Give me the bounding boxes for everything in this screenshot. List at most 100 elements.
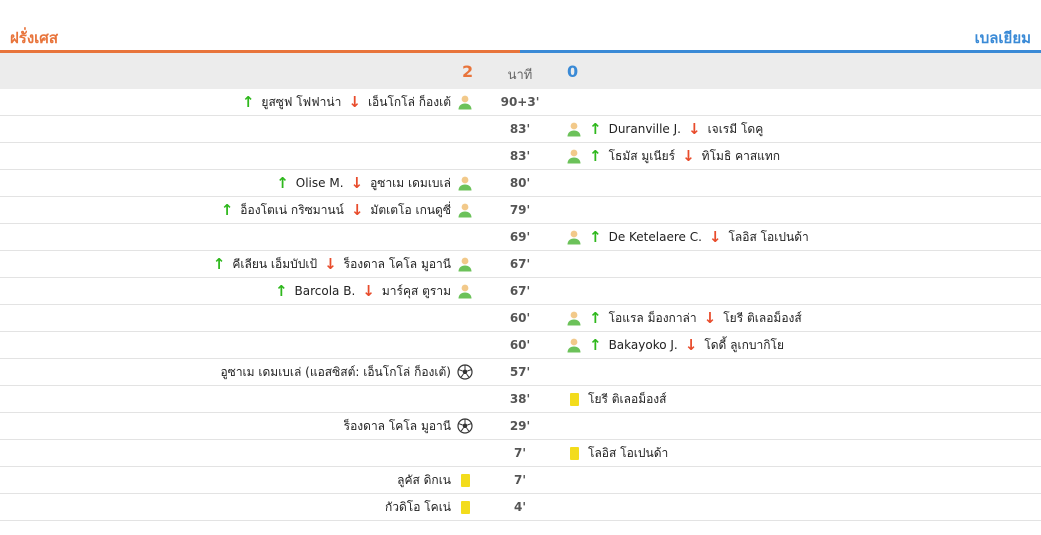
event-row: 67' ↑ คีเลียน เอ็มบัปเป้ ↓ ร็องดาล โคโล มูอา… xyxy=(0,251,1041,278)
event-row: 90+3' ↑ ยูสซูฟ โฟฟาน่า ↓ เอ็นโกโล่ ก็องเต้ xyxy=(0,89,1041,116)
home-score: 2 xyxy=(462,62,474,81)
card-player: โลอิส โอเปนด้า xyxy=(588,445,669,460)
substitution-person-icon xyxy=(457,283,473,299)
player-in: โอแรล ม็องกาล่า xyxy=(608,310,697,325)
player-out: เอ็นโกโล่ ก็องเต้ xyxy=(367,94,451,109)
player-in: อ็องโตเน่ กริซมานน์ xyxy=(240,202,344,217)
event-minute: 7' xyxy=(513,473,527,487)
away-event: ↑ Duranville J. ↓ เจเรมี โดคู xyxy=(563,116,766,142)
home-event: ↑ คีเลียน เอ็มบัปเป้ ↓ ร็องดาล โคโล มูอานี xyxy=(209,251,476,277)
event-row: 38' โยรี ติเลอม็องส์ xyxy=(0,386,1041,413)
substitution-person-icon xyxy=(566,310,582,326)
yellow-card-icon xyxy=(457,499,473,515)
sub-in-arrow-icon: ↑ xyxy=(276,174,289,192)
substitution-person-icon xyxy=(457,256,473,272)
home-team-name: ฝรั่งเศส xyxy=(10,29,58,47)
player-in: คีเลียน เอ็มบัปเป้ xyxy=(232,256,318,271)
teams-header: ฝรั่งเศส เบลเยียม xyxy=(0,0,1041,50)
sub-in-arrow-icon: ↑ xyxy=(212,255,226,273)
home-event: ↑ ยูสซูฟ โฟฟาน่า ↓ เอ็นโกโล่ ก็องเต้ xyxy=(238,89,476,115)
card-player: กัวดิโอ โคเน่ xyxy=(384,499,451,514)
event-row: 57' อูซาเม เดมเบเล่ (แอสซิสต์: เอ็นโกโล่ … xyxy=(0,359,1041,386)
sub-out-arrow-icon: ↓ xyxy=(350,201,364,219)
yellow-card-icon xyxy=(566,445,582,461)
event-row: 29' ร็องดาล โคโล มูอานี xyxy=(0,413,1041,440)
player-out: มัตเตโอ เกนดูซี่ xyxy=(370,202,451,217)
event-minute: 7' xyxy=(513,446,527,460)
sub-out-arrow-icon: ↓ xyxy=(350,174,364,192)
event-row: 83' ↑ โธมัส มูเนียร์ ↓ ทิโมธิ คาสแทก xyxy=(0,143,1041,170)
player-in: Olise M. xyxy=(295,176,344,190)
event-row: 83' ↑ Duranville J. ↓ เจเรมี โดคู xyxy=(0,116,1041,143)
event-minute: 38' xyxy=(509,392,531,406)
minute-header: นาที xyxy=(507,68,533,83)
away-event: ↑ โธมัส มูเนียร์ ↓ ทิโมธิ คาสแทก xyxy=(563,143,783,169)
event-row: 7' ลูคัส ดิกเน xyxy=(0,467,1041,494)
event-minute: 79' xyxy=(509,203,531,217)
yellow-card-icon xyxy=(566,391,582,407)
player-in: ยูสซูฟ โฟฟาน่า xyxy=(261,94,342,109)
player-in: Bakayoko J. xyxy=(608,338,678,352)
sub-in-arrow-icon: ↑ xyxy=(589,147,602,165)
sub-in-arrow-icon: ↑ xyxy=(589,120,602,138)
event-row: 4' กัวดิโอ โคเน่ xyxy=(0,494,1041,521)
player-out: เจเรมี โดคู xyxy=(707,121,764,136)
sub-in-arrow-icon: ↑ xyxy=(274,282,288,300)
sub-in-arrow-icon: ↑ xyxy=(589,336,602,354)
event-minute: 4' xyxy=(513,500,527,514)
away-event: ↑ Bakayoko J. ↓ โดดี้ ลูเกบากิโย xyxy=(563,332,787,358)
sub-out-arrow-icon: ↓ xyxy=(324,255,337,273)
sub-out-arrow-icon: ↓ xyxy=(684,336,698,354)
card-player: ลูคัส ดิกเน xyxy=(397,472,451,487)
event-row: 60' ↑ โอแรล ม็องกาล่า ↓ โยรี ติเลอม็องส์ xyxy=(0,305,1041,332)
event-row: 79' ↑ อ็องโตเน่ กริซมานน์ ↓ มัตเตโอ เกนดูซี่ xyxy=(0,197,1041,224)
player-out: ร็องดาล โคโล มูอานี xyxy=(343,256,451,271)
soccer-ball-icon xyxy=(457,418,473,434)
sub-out-arrow-icon: ↓ xyxy=(703,309,717,327)
score-header: 2 นาที 0 xyxy=(0,53,1041,89)
sub-out-arrow-icon: ↓ xyxy=(362,282,375,300)
home-event: ลูคัส ดิกเน xyxy=(394,467,476,493)
event-minute: 90+3' xyxy=(500,95,540,109)
event-minute: 67' xyxy=(509,284,531,298)
away-event: ↑ De Ketelaere C. ↓ โลอิส โอเปนด้า xyxy=(563,224,812,250)
substitution-person-icon xyxy=(457,202,473,218)
player-out: มาร์คุส ตูราม xyxy=(381,283,451,298)
player-out: โลอิส โอเปนด้า xyxy=(728,229,809,244)
sub-out-arrow-icon: ↓ xyxy=(708,228,722,246)
event-list: 90+3' ↑ ยูสซูฟ โฟฟาน่า ↓ เอ็นโกโล่ ก็องเต้ 83… xyxy=(0,89,1041,521)
substitution-person-icon xyxy=(566,121,582,137)
away-event: ↑ โอแรล ม็องกาล่า ↓ โยรี ติเลอม็องส์ xyxy=(563,305,805,331)
event-row: 67' ↑ Barcola B. ↓ มาร์คุส ตูราม xyxy=(0,278,1041,305)
event-row: 80' ↑ Olise M. ↓ อูซาเม เดมเบเล่ xyxy=(0,170,1041,197)
player-out: โดดี้ ลูเกบากิโย xyxy=(704,337,784,352)
home-event: ↑ Barcola B. ↓ มาร์คุส ตูราม xyxy=(271,278,476,304)
sub-in-arrow-icon: ↑ xyxy=(241,93,255,111)
event-minute: 83' xyxy=(509,122,531,136)
player-out: อูซาเม เดมเบเล่ xyxy=(370,175,451,190)
sub-in-arrow-icon: ↑ xyxy=(589,228,602,246)
soccer-ball-icon xyxy=(457,364,473,380)
card-player: โยรี ติเลอม็องส์ xyxy=(588,391,667,406)
event-row: 60' ↑ Bakayoko J. ↓ โดดี้ ลูเกบากิโย xyxy=(0,332,1041,359)
sub-in-arrow-icon: ↑ xyxy=(220,201,234,219)
event-minute: 29' xyxy=(509,419,531,433)
sub-in-arrow-icon: ↑ xyxy=(589,309,602,327)
event-minute: 60' xyxy=(509,338,531,352)
event-minute: 69' xyxy=(509,230,531,244)
event-minute: 60' xyxy=(509,311,531,325)
event-row: 69' ↑ De Ketelaere C. ↓ โลอิส โอเปนด้า xyxy=(0,224,1041,251)
event-minute: 83' xyxy=(509,149,531,163)
substitution-person-icon xyxy=(566,229,582,245)
away-team-name: เบลเยียม xyxy=(974,29,1031,47)
substitution-person-icon xyxy=(457,94,473,110)
sub-out-arrow-icon: ↓ xyxy=(348,93,361,111)
substitution-person-icon xyxy=(566,148,582,164)
player-in: Barcola B. xyxy=(294,284,356,298)
away-event: โยรี ติเลอม็องส์ xyxy=(563,386,670,412)
sub-out-arrow-icon: ↓ xyxy=(682,147,695,165)
substitution-person-icon xyxy=(566,337,582,353)
event-minute: 57' xyxy=(509,365,531,379)
away-event: โลอิส โอเปนด้า xyxy=(563,440,671,466)
player-out: ทิโมธิ คาสแทก xyxy=(701,148,781,163)
